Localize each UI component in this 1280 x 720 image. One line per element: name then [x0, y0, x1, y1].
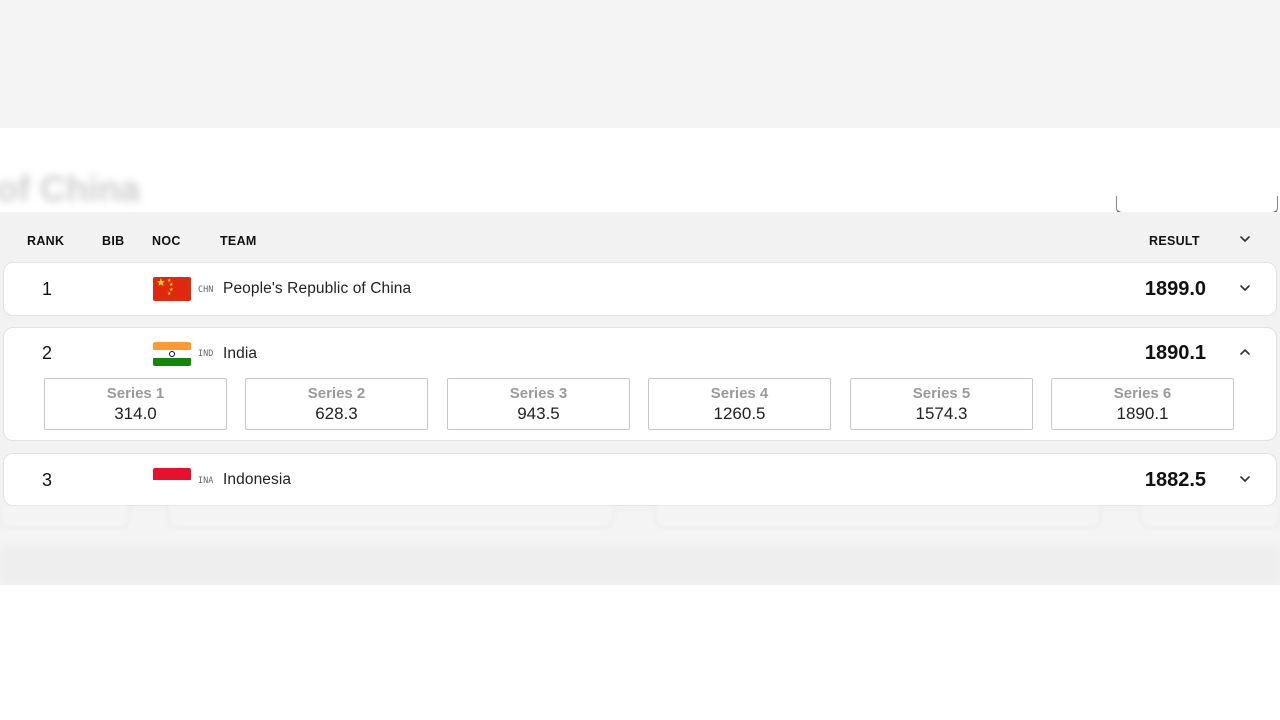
blurred-page-title: of China [0, 168, 140, 209]
row-team-name: Indonesia [223, 471, 292, 488]
series-card: Series 1 314.0 [44, 378, 227, 430]
row-noc-code: IND [198, 349, 214, 359]
chevron-down-icon[interactable] [1238, 232, 1252, 249]
series-card: Series 5 1574.3 [850, 378, 1033, 430]
row-result: 1899.0 [1144, 278, 1206, 300]
results-table-header: RANK BIB NOC TEAM RESULT [0, 232, 1280, 252]
table-row-ind[interactable]: 2 IND India 1890.1 Series 1 314.0 Series… [3, 327, 1277, 441]
blurred-background-row [0, 506, 130, 528]
series-card: Series 4 1260.5 [648, 378, 831, 430]
row-rank: 1 [42, 279, 53, 299]
series-label: Series 6 [1113, 385, 1172, 402]
blurred-background-row [1140, 506, 1280, 528]
series-label: Series 3 [509, 385, 568, 402]
header-team: TEAM [220, 234, 257, 248]
page-bottom-area [0, 585, 1280, 720]
blurred-background-row [168, 506, 614, 528]
series-value: 1574.3 [915, 404, 968, 423]
header-result: RESULT [1149, 234, 1200, 248]
series-value: 1890.1 [1116, 404, 1169, 423]
top-background [0, 0, 1280, 130]
header-rank: RANK [27, 234, 65, 248]
blurred-background-row [655, 506, 1101, 528]
series-label: Series 5 [912, 385, 971, 402]
india-flag-icon [153, 342, 191, 366]
row-result: 1882.5 [1144, 469, 1206, 491]
row-team-name: India [223, 345, 258, 362]
series-label: Series 1 [106, 385, 165, 402]
chevron-up-icon[interactable] [1238, 345, 1252, 359]
header-noc: NOC [152, 234, 181, 248]
series-label: Series 4 [710, 385, 769, 402]
series-card: Series 2 628.3 [245, 378, 428, 430]
indonesia-flag-icon [153, 468, 191, 492]
row-result: 1890.1 [1144, 342, 1206, 364]
chevron-down-icon[interactable] [1238, 472, 1252, 486]
row-rank: 3 [42, 470, 53, 490]
table-row-ina[interactable]: 3 INA Indonesia 1882.5 [3, 453, 1277, 506]
row-rank: 2 [42, 343, 53, 363]
blurred-background-band [0, 545, 1280, 585]
chevron-down-icon[interactable] [1238, 281, 1252, 295]
china-flag-icon: ★ ★ ★ ★ ★ [153, 277, 191, 301]
header-bib: BIB [102, 234, 125, 248]
series-value: 1260.5 [713, 404, 766, 423]
series-value: 943.5 [517, 404, 560, 423]
series-card: Series 3 943.5 [447, 378, 630, 430]
series-label: Series 2 [307, 385, 366, 402]
series-card: Series 6 1890.1 [1051, 378, 1234, 430]
row-noc-code: CHN [198, 285, 214, 295]
row-team-name: People's Republic of China [223, 280, 412, 297]
title-band [0, 128, 1280, 212]
table-row-chn[interactable]: 1 ★ ★ ★ ★ ★ CHN People's Republic of Chi… [3, 262, 1277, 316]
row-noc-code: INA [198, 476, 214, 486]
series-value: 314.0 [114, 404, 157, 423]
series-value: 628.3 [315, 404, 358, 423]
